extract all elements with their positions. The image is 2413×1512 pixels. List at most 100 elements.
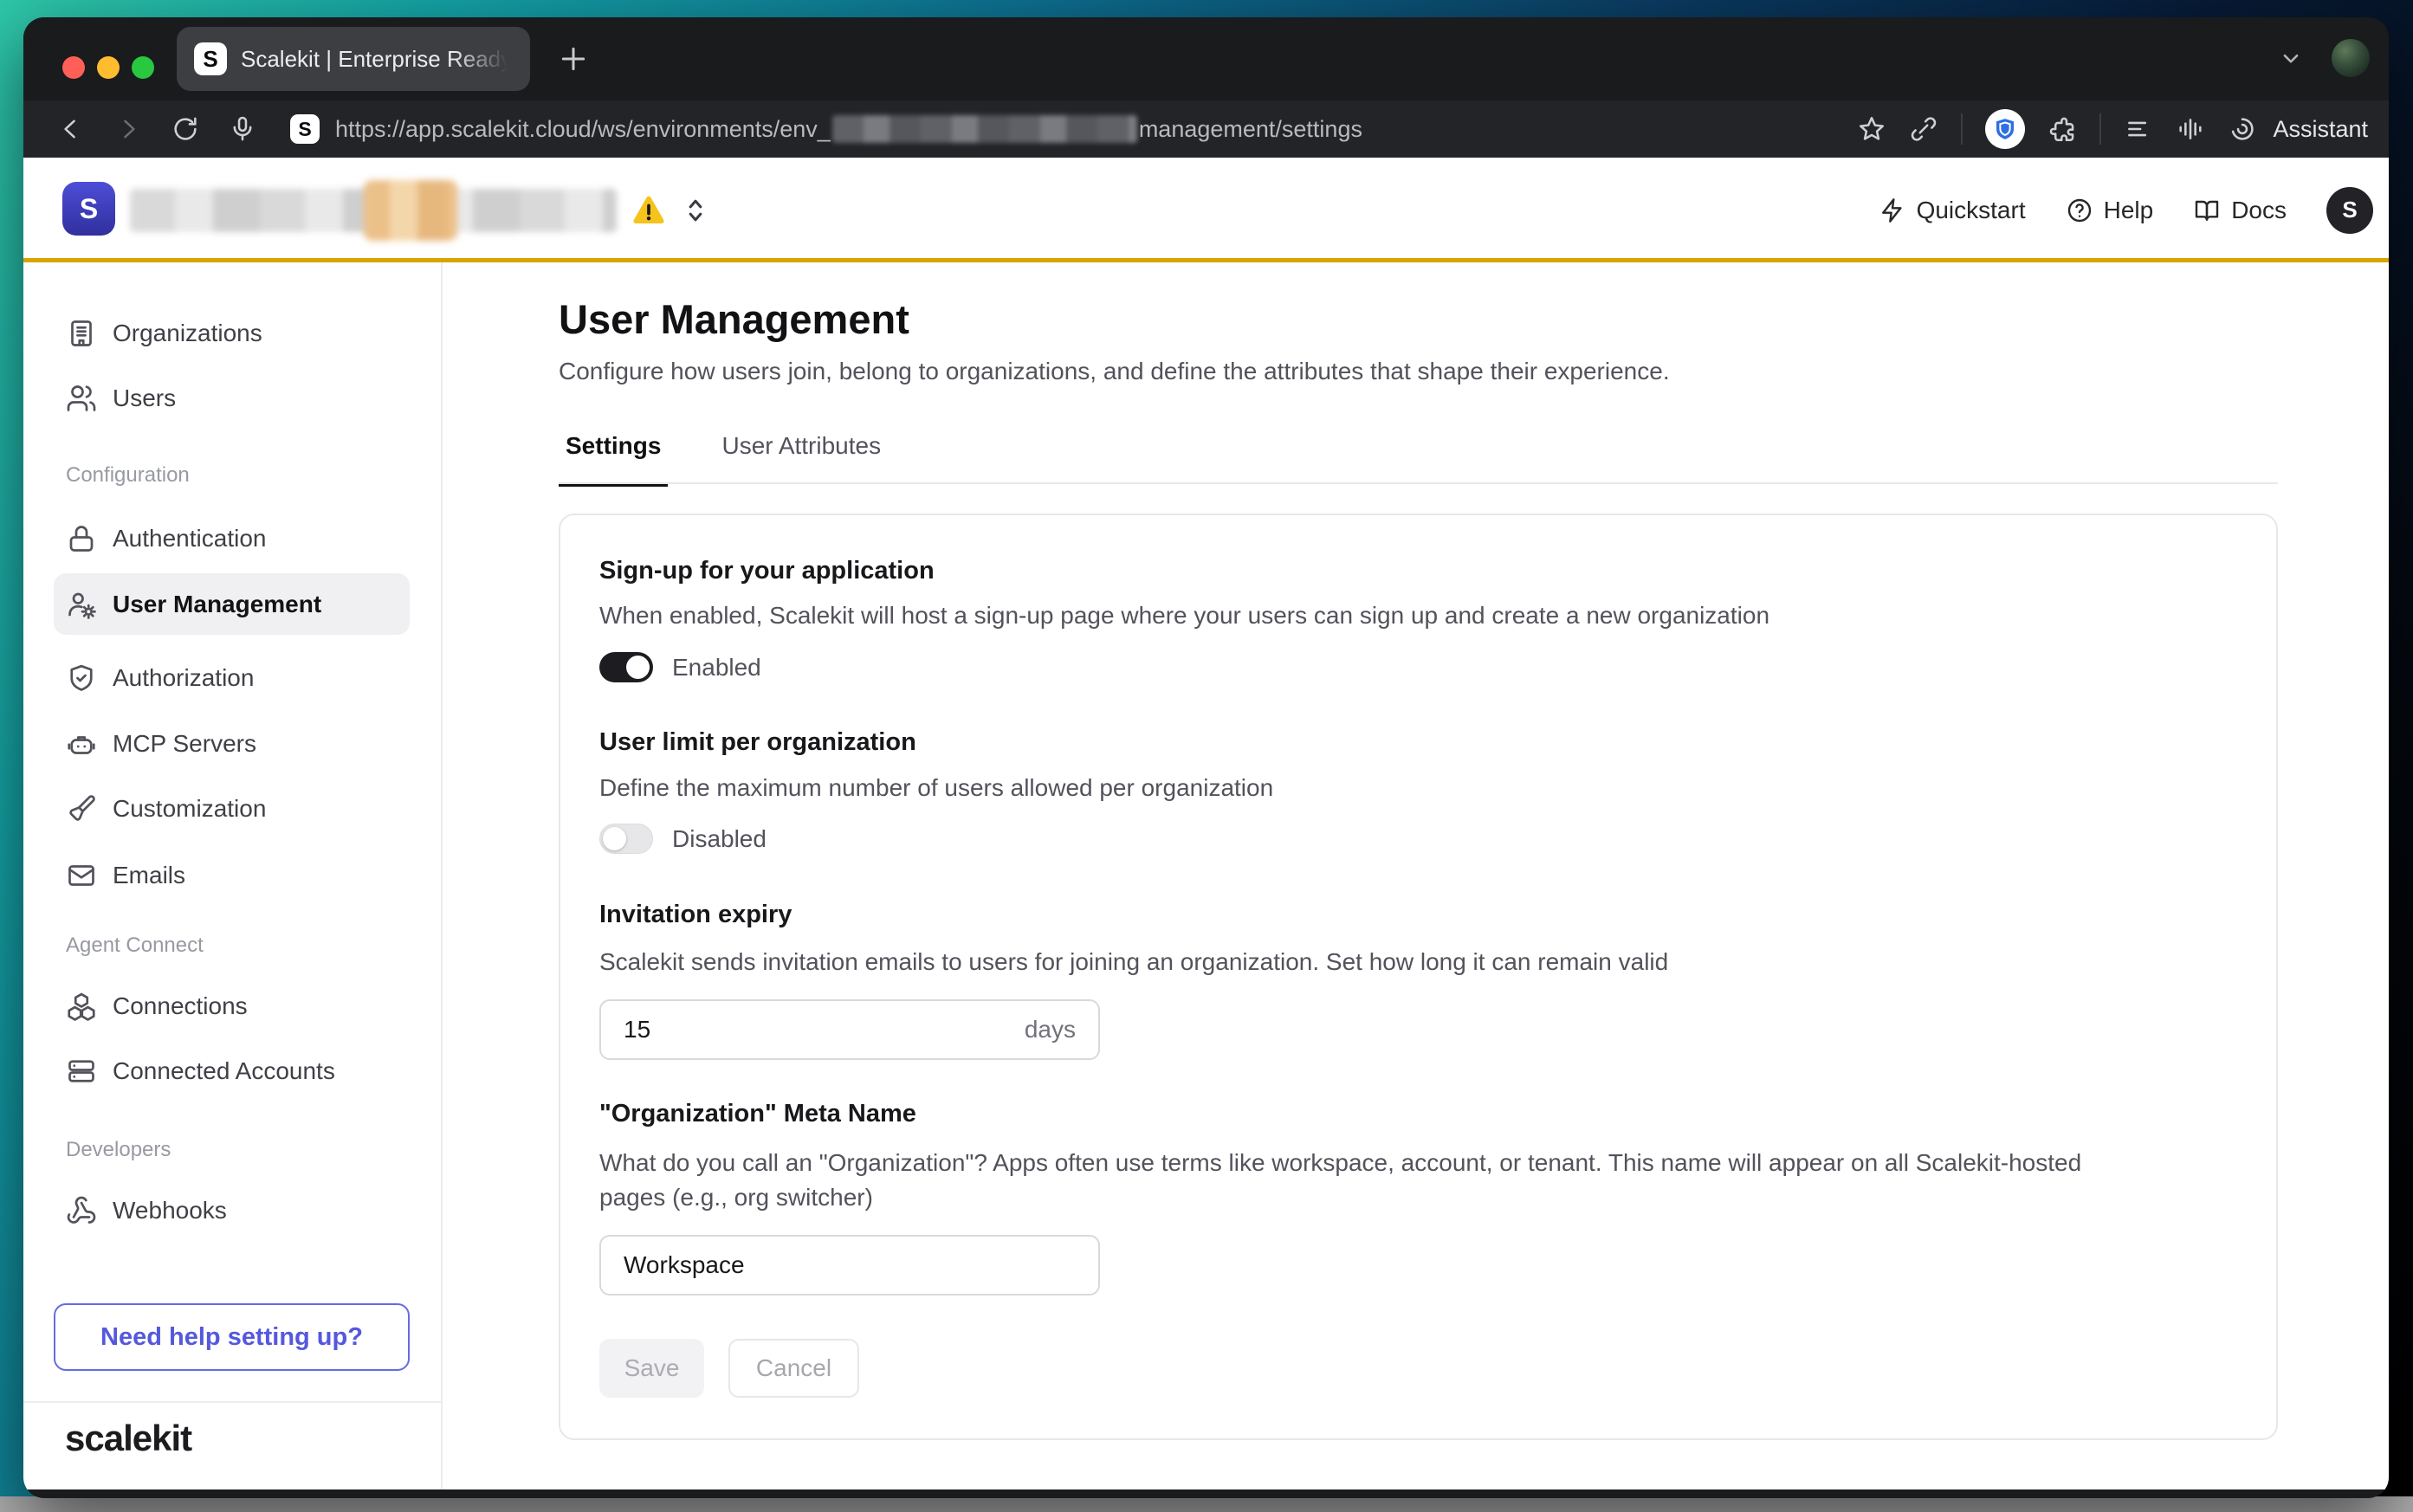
sidebar-item-label: Users [113,384,176,412]
sidebar-item-label: Webhooks [113,1197,227,1224]
tab-search-chevron-icon[interactable] [2276,43,2306,73]
tabs-underline [559,482,2278,484]
org-meta-name-title: "Organization" Meta Name [599,1100,916,1128]
signup-toggle[interactable] [599,652,653,682]
back-button[interactable] [56,114,86,144]
sidebar-item-mcp-servers[interactable]: MCP Servers [54,713,410,774]
sidebar-item-label: MCP Servers [113,730,256,758]
lock-icon [66,523,97,554]
invitation-expiry-unit: days [1025,1016,1076,1044]
toolbar-divider [2099,113,2101,145]
main-content: User Management Configure how users join… [443,262,2389,1489]
org-meta-name-input[interactable] [624,1251,1076,1279]
toggle-knob [603,827,626,850]
minimize-window-button[interactable] [97,56,120,79]
equalizer-icon[interactable] [2176,114,2205,144]
user-limit-toggle[interactable] [599,824,653,854]
password-manager-icon[interactable] [1985,109,2025,149]
sidebar-item-label: Authentication [113,525,266,552]
sidebar-divider [23,1401,441,1403]
workspace-switcher-chevrons-icon[interactable] [678,193,713,228]
reading-list-icon[interactable] [2124,114,2153,144]
assistant-swirl-icon[interactable] [2228,114,2257,144]
building-icon [66,318,97,349]
envelope-icon [66,860,97,891]
sidebar-item-customization[interactable]: Customization [54,778,410,839]
settings-card: Sign-up for your application When enable… [559,514,2278,1440]
url-prefix: https://app.scalekit.cloud/ws/environmen… [335,116,831,143]
org-meta-name-field [599,1235,1100,1296]
copy-link-icon[interactable] [1909,114,1938,144]
server-stack-icon [66,1056,97,1087]
users-icon [66,383,97,414]
desktop-wallpaper-bottom [0,1496,2413,1512]
scalekit-wordmark: scalekit [65,1418,191,1459]
microphone-icon[interactable] [228,114,257,144]
org-meta-name-description: What do you call an "Organization"? Apps… [599,1146,2124,1215]
tab-user-attributes[interactable]: User Attributes [715,432,888,487]
browser-tab-strip: S Scalekit | Enterprise Ready A [23,17,2389,100]
reload-button[interactable] [171,114,200,144]
sidebar-item-webhooks[interactable]: Webhooks [54,1179,410,1241]
sidebar-item-user-management[interactable]: User Management [54,573,410,635]
workspace-badge-redacted [364,180,457,241]
assistant-label[interactable]: Assistant [2273,116,2368,143]
help-label: Help [2104,197,2154,224]
user-avatar[interactable]: S [2326,187,2373,234]
book-icon [2193,197,2221,224]
sidebar-item-organizations[interactable]: Organizations [54,302,410,364]
new-tab-button[interactable] [556,42,591,76]
docs-button[interactable]: Docs [2193,197,2287,224]
scalekit-logo-mark: S [62,182,115,236]
url-redacted-segment [832,115,1137,143]
toolbar-divider [1961,113,1963,145]
user-gear-icon [66,589,97,620]
close-window-button[interactable] [62,56,85,79]
browser-profile-avatar[interactable] [2332,39,2370,77]
browser-tab[interactable]: S Scalekit | Enterprise Ready A [177,27,530,91]
sidebar-item-authentication[interactable]: Authentication [54,507,410,569]
page-title: User Management [559,295,909,343]
sidebar-item-label: Authorization [113,664,254,692]
forward-button[interactable] [113,114,143,144]
cancel-button[interactable]: Cancel [728,1339,859,1398]
invitation-expiry-input[interactable] [624,1016,1025,1044]
invitation-expiry-title: Invitation expiry [599,901,792,929]
save-button[interactable]: Save [599,1339,704,1398]
bookmark-star-icon[interactable] [1857,114,1886,144]
scalekit-app: S Quickstart Help [23,158,2389,1489]
sidebar-item-connections[interactable]: Connections [54,975,410,1037]
sidebar-item-emails[interactable]: Emails [54,844,410,906]
sidebar-item-label: Organizations [113,320,262,347]
browser-window: S Scalekit | Enterprise Ready A S https:… [23,17,2389,1498]
sidebar-item-label: Connections [113,992,248,1020]
sidebar-item-users[interactable]: Users [54,367,410,429]
zoom-window-button[interactable] [132,56,154,79]
tabs: Settings User Attributes [559,432,888,487]
tab-settings[interactable]: Settings [559,432,668,487]
sidebar-item-label: Emails [113,862,185,889]
need-help-button[interactable]: Need help setting up? [54,1303,410,1371]
quickstart-button[interactable]: Quickstart [1879,197,2026,224]
sidebar-section-developers: Developers [66,1138,171,1162]
user-limit-title: User limit per organization [599,728,916,757]
extensions-puzzle-icon[interactable] [2047,114,2077,144]
sidebar-section-agent-connect: Agent Connect [66,934,204,958]
signup-toggle-label: Enabled [672,654,761,682]
sidebar-item-label: Connected Accounts [113,1057,335,1085]
lightning-icon [1879,197,1906,224]
help-button[interactable]: Help [2066,197,2154,224]
sidebar-item-label: User Management [113,591,321,618]
cubes-icon [66,991,97,1022]
url-favicon: S [290,114,320,144]
invitation-expiry-field: days [599,999,1100,1060]
shield-check-icon [66,662,97,694]
invitation-expiry-description: Scalekit sends invitation emails to user… [599,945,1668,979]
sidebar-item-connected-accounts[interactable]: Connected Accounts [54,1040,410,1102]
quickstart-label: Quickstart [1917,197,2026,224]
sidebar-item-authorization[interactable]: Authorization [54,647,410,708]
sidebar-section-configuration: Configuration [66,463,190,488]
address-bar[interactable]: https://app.scalekit.cloud/ws/environmen… [335,115,1840,143]
browser-toolbar: S https://app.scalekit.cloud/ws/environm… [23,100,2389,158]
sidebar: Organizations Users Configuration Authen… [23,262,443,1489]
